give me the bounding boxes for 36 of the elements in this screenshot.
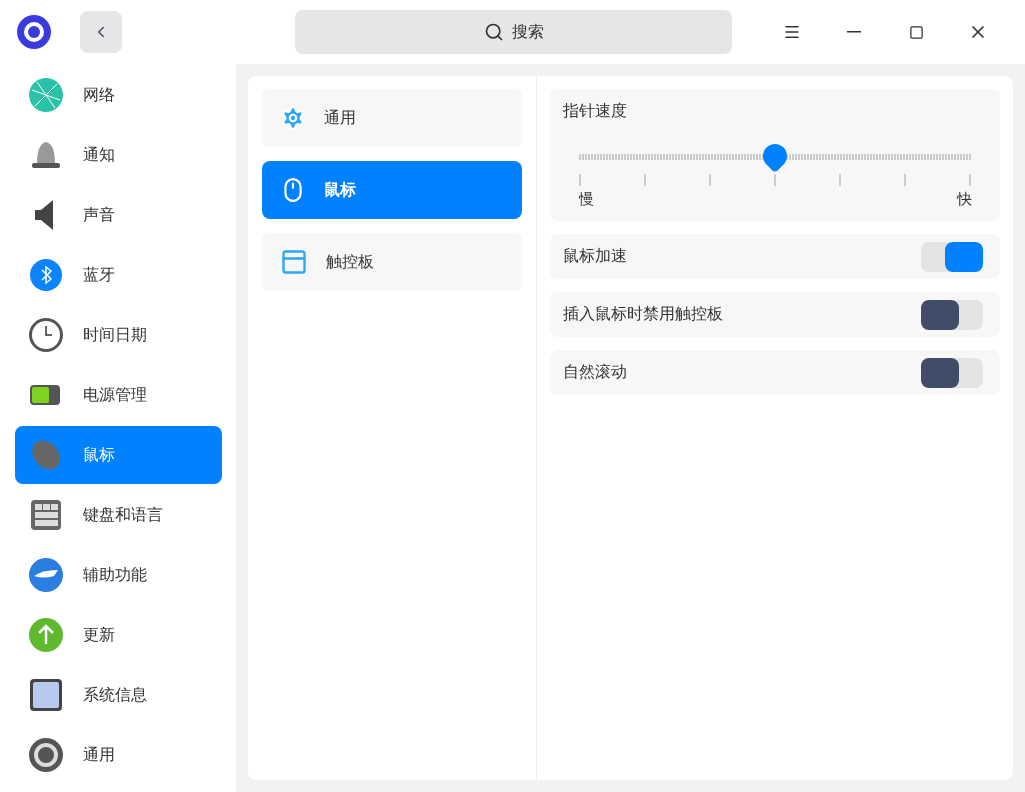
toggle-switch[interactable] [921,299,983,330]
pointer-speed-label: 指针速度 [563,101,627,120]
menu-icon [783,23,801,41]
app-logo-icon [16,14,52,50]
arrow-up-icon [27,616,65,654]
toggle-switch[interactable] [921,241,983,272]
setting-label: 鼠标加速 [563,246,627,267]
slow-label: 慢 [579,190,594,209]
toggle-switch[interactable] [921,357,983,388]
clock-icon [27,316,65,354]
sidebar-item[interactable]: 键盘和语言 [15,486,222,544]
sidebar-item[interactable]: 蓝牙 [15,246,222,304]
sidebar-item[interactable]: 通用 [15,726,222,784]
sidebar-item[interactable]: 系统信息 [15,666,222,724]
subnav-item[interactable]: 鼠标 [262,161,522,219]
sidebar-item[interactable]: 时间日期 [15,306,222,364]
sidebar-item[interactable]: 声音 [15,186,222,244]
sidebar-item[interactable]: 通知 [15,126,222,184]
monitor-icon [27,676,65,714]
sidebar-item[interactable]: 辅助功能 [15,546,222,604]
globe-icon [27,76,65,114]
sidebar-item[interactable]: 鼠标 [15,426,222,484]
maximize-icon [908,24,924,40]
touchpad-icon [280,248,308,276]
sidebar-item[interactable]: 电源管理 [15,366,222,424]
sidebar-item[interactable]: 更新 [15,606,222,664]
bluetooth-icon [27,256,65,294]
setting-label: 自然滚动 [563,362,627,383]
sidebar-item[interactable]: 网络 [15,66,222,124]
search-icon [483,22,504,42]
subnav-item[interactable]: 通用 [262,89,522,147]
minimize-icon [847,31,861,33]
subnav-item[interactable]: 触控板 [262,233,522,291]
search-field[interactable]: 搜索 [295,10,732,54]
fast-label: 快 [957,190,972,209]
setting-label: 插入鼠标时禁用触控板 [563,304,723,325]
